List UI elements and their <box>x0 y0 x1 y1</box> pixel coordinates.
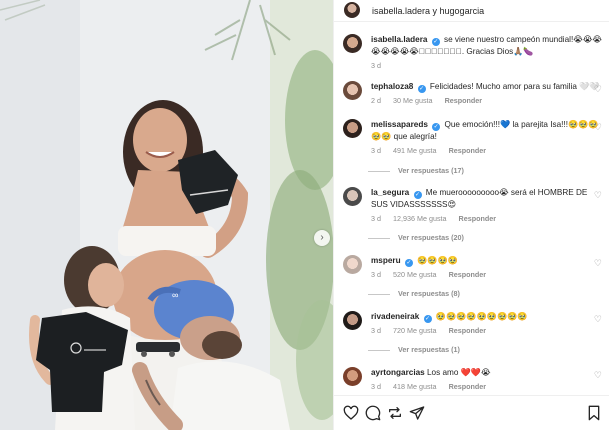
reply-button[interactable]: Responder <box>449 270 487 279</box>
comment-username[interactable]: msperu <box>371 256 401 265</box>
verified-badge-icon: ✓ <box>404 259 413 267</box>
view-replies-button[interactable]: Ver respuestas (20) <box>368 233 464 242</box>
verified-badge-icon: ✓ <box>417 85 426 93</box>
comment-text: Los amo ❤️❤️😭 <box>426 368 491 377</box>
verified-badge-icon: ✓ <box>413 191 422 199</box>
paper-plane-icon[interactable] <box>409 405 425 421</box>
comment-username[interactable]: ayrtongarcias <box>371 368 425 377</box>
comment-text: Felicidades! Mucho amor para su familia … <box>429 82 600 91</box>
view-replies-label: Ver respuestas (17) <box>398 166 464 175</box>
caption-time: 3 d <box>371 61 381 70</box>
post-header: isabella.ladera y hugogarcia <box>334 0 609 22</box>
comment-avatar[interactable] <box>343 119 362 138</box>
comment-likes[interactable]: 491 Me gusta <box>393 146 437 155</box>
pregnancy-announcement-photo: ∞ <box>0 0 333 430</box>
view-replies-label: Ver respuestas (20) <box>398 233 464 242</box>
comment-likes[interactable]: 30 Me gusta <box>393 96 433 105</box>
verified-badge-icon: ✓ <box>432 123 441 131</box>
comment-time: 3 d <box>371 382 381 391</box>
comment-time: 2 d <box>371 96 381 105</box>
author-avatar[interactable] <box>344 2 360 18</box>
reply-button[interactable]: Responder <box>449 146 487 155</box>
instagram-post: ∞ › isabella.ladera y hugogarcia isabell… <box>0 0 609 430</box>
heart-icon[interactable]: ♡ <box>594 191 602 200</box>
view-replies-label: Ver respuestas (1) <box>398 345 460 354</box>
repost-icon[interactable] <box>387 405 403 421</box>
comment-time: 3 d <box>371 214 381 223</box>
verified-badge-icon: ✓ <box>423 315 432 323</box>
comment-bubble-icon[interactable] <box>365 405 381 421</box>
reply-button[interactable]: Responder <box>445 96 483 105</box>
view-replies-label: Ver respuestas (8) <box>398 289 460 298</box>
heart-icon[interactable]: ♡ <box>594 123 602 132</box>
comment-likes[interactable]: 418 Me gusta <box>393 382 437 391</box>
heart-icon[interactable]: ♡ <box>594 259 602 268</box>
chevron-right-icon: › <box>320 232 324 243</box>
comment-username[interactable]: la_segura <box>371 188 409 197</box>
post-photo[interactable]: ∞ › <box>0 0 333 430</box>
comment-likes[interactable]: 520 Me gusta <box>393 270 437 279</box>
comment-time: 3 d <box>371 146 381 155</box>
comment-likes[interactable]: 720 Me gusta <box>393 326 437 335</box>
reply-button[interactable]: Responder <box>459 214 497 223</box>
comment-time: 3 d <box>371 270 381 279</box>
comment-avatar[interactable] <box>343 187 362 206</box>
bookmark-icon[interactable] <box>586 405 602 421</box>
heart-icon[interactable]: ♡ <box>594 315 602 324</box>
heart-icon[interactable]: ♡ <box>594 371 602 380</box>
comments-list[interactable]: isabella.ladera ✓ se viene nuestro campe… <box>334 23 609 395</box>
verified-badge-icon: ✓ <box>431 38 440 46</box>
comment-avatar[interactable] <box>343 367 362 386</box>
comment-username[interactable]: tephalozа8 <box>371 82 413 91</box>
comments-panel: isabella.ladera y hugogarcia isabella.la… <box>333 0 609 430</box>
comment-username[interactable]: melissapareds <box>371 120 428 129</box>
caption-avatar[interactable] <box>343 34 362 53</box>
comment-username[interactable]: rivadeneirak <box>371 312 419 321</box>
comment-time: 3 d <box>371 326 381 335</box>
heart-icon[interactable] <box>343 405 359 421</box>
post-actions-bar <box>334 395 609 430</box>
reply-button[interactable]: Responder <box>449 382 487 391</box>
post-author-names[interactable]: isabella.ladera y hugogarcia <box>372 6 484 16</box>
heart-icon[interactable]: ♡ <box>594 85 602 94</box>
view-replies-button[interactable]: Ver respuestas (1) <box>368 345 460 354</box>
svg-text:∞: ∞ <box>172 290 178 300</box>
view-replies-button[interactable]: Ver respuestas (17) <box>368 166 464 175</box>
next-photo-button[interactable]: › <box>314 230 330 246</box>
caption-text-line: isabella.ladera ✓ se viene nuestro campe… <box>371 34 603 58</box>
comment-text: 🥹🥹🥹🥹 <box>417 256 458 265</box>
caption-meta: 3 d <box>371 60 603 72</box>
comment-avatar[interactable] <box>343 255 362 274</box>
reply-button[interactable]: Responder <box>449 326 487 335</box>
caption-username[interactable]: isabella.ladera <box>371 35 427 44</box>
comment-avatar[interactable] <box>343 311 362 330</box>
comment-text: 🥹🥹🥹🥹🥹🥹🥹🥹🥹 <box>435 312 528 321</box>
view-replies-button[interactable]: Ver respuestas (8) <box>368 289 460 298</box>
comment-likes[interactable]: 12,936 Me gusta <box>393 214 447 223</box>
comment-avatar[interactable] <box>343 81 362 100</box>
